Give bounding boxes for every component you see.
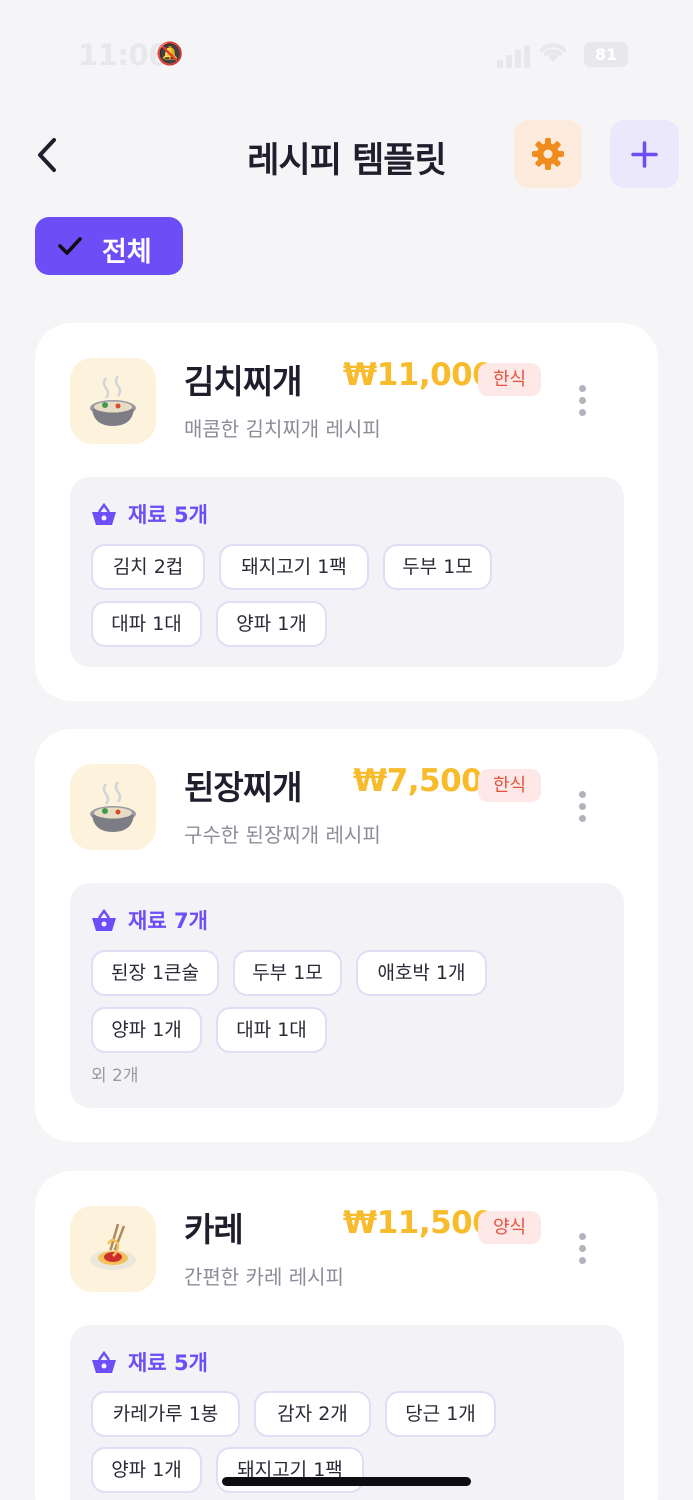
recipe-description: 매콤한 김치찌개 레시피 <box>184 417 381 441</box>
gear-icon <box>532 138 564 170</box>
settings-button[interactable] <box>514 120 582 188</box>
plus-icon <box>631 141 658 168</box>
ingredient-chip: 양파 1개 <box>91 1447 202 1493</box>
more-options-button[interactable] <box>571 787 593 827</box>
recipe-name: 된장찌개 <box>184 768 302 807</box>
recipe-description: 간편한 카레 레시피 <box>184 1265 344 1289</box>
ingredients-count: 재료 7개 <box>128 909 208 933</box>
recipe-template-screen: 11:06 🔕 81 레시피 템플릿 전체 김치찌개 ₩11,000 한식 매콤… <box>0 0 693 1500</box>
filter-label: 전체 <box>102 237 152 268</box>
ingredient-chip: 돼지고기 1팩 <box>216 1447 364 1493</box>
check-icon <box>58 237 82 255</box>
page-title: 레시피 템플릿 <box>247 141 446 181</box>
cellular-signal-icon <box>497 44 531 68</box>
recipe-card[interactable]: 김치찌개 ₩11,000 한식 매콤한 김치찌개 레시피 재료 5개 김치 2컵… <box>35 323 658 701</box>
category-badge: 한식 <box>478 769 541 802</box>
stew-pot-icon <box>90 781 136 832</box>
ingredient-chip: 대파 1대 <box>216 1007 327 1053</box>
more-ingredients-text: 외 2개 <box>91 1066 139 1086</box>
ingredient-chip: 양파 1개 <box>216 601 327 647</box>
ingredient-chip: 당근 1개 <box>385 1391 496 1437</box>
stew-pot-icon <box>90 375 136 426</box>
basket-icon <box>92 503 116 525</box>
basket-icon <box>92 1351 116 1373</box>
ingredient-chip: 대파 1대 <box>91 601 202 647</box>
recipe-name: 김치찌개 <box>184 362 302 401</box>
ingredients-count: 재료 5개 <box>128 503 208 527</box>
ingredient-chip: 돼지고기 1팩 <box>219 544 369 590</box>
ingredients-count: 재료 5개 <box>128 1351 208 1375</box>
recipe-name: 카레 <box>184 1210 244 1249</box>
ingredient-chip: 감자 2개 <box>254 1391 371 1437</box>
category-badge: 양식 <box>478 1211 541 1244</box>
status-time: 11:06 <box>78 38 168 72</box>
silent-bell-icon: 🔕 <box>156 42 184 67</box>
recipe-price: ₩7,500 <box>353 763 483 799</box>
ingredient-chip: 애호박 1개 <box>356 950 487 996</box>
spaghetti-icon <box>90 1223 136 1270</box>
recipe-thumbnail <box>70 764 156 850</box>
basket-icon <box>92 909 116 931</box>
ingredient-chip: 카레가루 1봉 <box>91 1391 240 1437</box>
more-options-button[interactable] <box>571 381 593 421</box>
ingredient-chip: 두부 1모 <box>233 950 342 996</box>
ingredient-chip: 두부 1모 <box>383 544 492 590</box>
ingredient-chip: 양파 1개 <box>91 1007 202 1053</box>
ingredients-panel: 재료 7개 된장 1큰술 두부 1모 애호박 1개 양파 1개 대파 1대 외 … <box>70 883 624 1108</box>
ingredients-panel: 재료 5개 카레가루 1봉 감자 2개 당근 1개 양파 1개 돼지고기 1팩 <box>70 1325 624 1500</box>
battery-indicator: 81 <box>584 42 628 67</box>
recipe-description: 구수한 된장찌개 레시피 <box>184 823 381 847</box>
ingredients-panel: 재료 5개 김치 2컵 돼지고기 1팩 두부 1모 대파 1대 양파 1개 <box>70 477 624 667</box>
more-options-button[interactable] <box>571 1229 593 1269</box>
recipe-price: ₩11,000 <box>343 357 494 393</box>
home-indicator[interactable] <box>222 1477 471 1486</box>
add-recipe-button[interactable] <box>610 120 679 188</box>
ingredient-chip: 된장 1큰술 <box>91 950 219 996</box>
recipe-card[interactable]: 된장찌개 ₩7,500 한식 구수한 된장찌개 레시피 재료 7개 된장 1큰술… <box>35 729 658 1142</box>
wifi-icon <box>540 43 566 62</box>
filter-all-chip[interactable]: 전체 <box>35 217 183 275</box>
status-bar: 11:06 🔕 81 <box>0 38 693 78</box>
header: 레시피 템플릿 <box>0 120 693 190</box>
ingredient-chip: 김치 2컵 <box>91 544 205 590</box>
category-badge: 한식 <box>478 363 541 396</box>
recipe-card[interactable]: 카레 ₩11,500 양식 간편한 카레 레시피 재료 5개 카레가루 1봉 감… <box>35 1171 658 1500</box>
recipe-price: ₩11,500 <box>343 1205 494 1241</box>
recipe-thumbnail <box>70 1206 156 1292</box>
recipe-thumbnail <box>70 358 156 444</box>
